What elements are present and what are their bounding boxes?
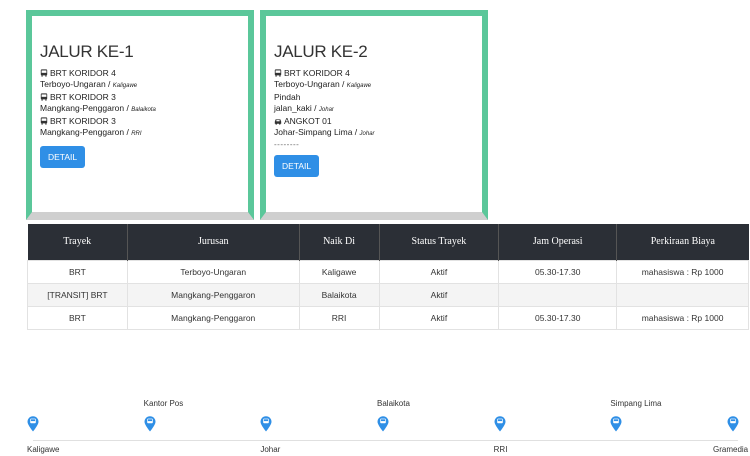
detail-button[interactable]: DETAIL xyxy=(40,146,86,168)
table-row: [TRANSIT] BRT Mangkang-Penggaron Balaikota… xyxy=(27,282,749,307)
route-card-title: JALUR KE-2 xyxy=(274,42,368,61)
route-step-text: Mangkang-Penggaron / xyxy=(40,103,132,113)
bus-stop-pin-icon[interactable] xyxy=(144,416,156,432)
column-header: Perkiraan Biaya xyxy=(616,224,749,260)
route-card-content: JALUR KE-1 BRT KORIDOR 4 Terboyo-Ungaran … xyxy=(40,42,242,168)
bus-stop-pin-icon[interactable] xyxy=(377,416,389,432)
scroll-left-icon[interactable]: ◀ xyxy=(33,213,38,219)
route-step-stop: Balaikota xyxy=(131,107,156,113)
bus-stop-pin-icon[interactable] xyxy=(27,416,39,432)
table-cell: [TRANSIT] BRT xyxy=(27,282,128,307)
table-cell: Aktif xyxy=(378,305,500,330)
detail-button[interactable]: DETAIL xyxy=(274,155,320,177)
table-cell: RRI xyxy=(298,305,380,330)
bus-stop-label: Simpang Lima xyxy=(610,399,662,408)
bus-icon xyxy=(274,69,282,77)
card-scrollbar[interactable]: ◀ xyxy=(32,212,248,220)
route-step: Mangkang-Penggaron / RRI xyxy=(40,127,242,140)
route-steps: BRT KORIDOR 4 Terboyo-Ungaran / Kaligawe B… xyxy=(40,68,242,140)
route-card-2: JALUR KE-2 BRT KORIDOR 4 Terboyo-Ungaran … xyxy=(260,10,488,220)
route-step-stop: Johar xyxy=(318,107,334,113)
route-step: BRT KORIDOR 3 xyxy=(40,92,242,103)
table-cell: Aktif xyxy=(378,282,500,307)
table-cell: BRT xyxy=(27,305,128,330)
table-cell: Kaligawe xyxy=(298,259,380,284)
table-row: BRT Mangkang-Penggaron RRI Aktif 05.30-17.30… xyxy=(27,305,749,330)
bus-stop-label: Gramedia xyxy=(713,445,749,454)
column-header: Jam Operasi xyxy=(498,224,618,260)
bus-stop-pin-icon[interactable] xyxy=(727,416,739,432)
bus-icon xyxy=(40,69,48,77)
bus-stop-label: Kaligawe xyxy=(27,445,60,454)
table-cell xyxy=(616,282,749,307)
timeline-line xyxy=(33,440,738,441)
bus-stop-label: Johar xyxy=(260,445,281,454)
route-step-stop: Kaligawe xyxy=(112,83,138,89)
route-step-text: ANGKOT 01 xyxy=(284,116,332,126)
table-cell: Aktif xyxy=(378,259,500,284)
route-step-text: BRT KORIDOR 4 xyxy=(284,68,350,78)
bus-stop-label: Kantor Pos xyxy=(143,399,184,408)
route-step-text: Pindah xyxy=(274,92,301,102)
column-header: Trayek xyxy=(27,224,128,260)
route-step-text: Terboyo-Ungaran / xyxy=(40,79,113,89)
table-row: BRT Terboyo-Ungaran Kaligawe Aktif 05.30-17.… xyxy=(27,259,749,284)
route-step: Terboyo-Ungaran / Kaligawe xyxy=(40,79,242,92)
route-step: ANGKOT 01 xyxy=(274,116,476,127)
bus-stop-label: RRI xyxy=(493,445,508,454)
card-scrollbar[interactable]: ◀ xyxy=(266,212,482,220)
separator-dashes: -------- xyxy=(274,140,300,149)
bus-icon xyxy=(40,93,48,101)
car-icon xyxy=(274,117,282,125)
route-step-text: Johar-Simpang Lima / xyxy=(274,127,360,137)
route-step-text: jalan_kaki / xyxy=(274,103,319,113)
route-step: Mangkang-Penggaron / Balaikota xyxy=(40,103,242,116)
route-card-1: JALUR KE-1 BRT KORIDOR 4 Terboyo-Ungaran … xyxy=(26,10,254,220)
route-steps: BRT KORIDOR 4 Terboyo-Ungaran / Kaligawe … xyxy=(274,68,476,140)
route-step: BRT KORIDOR 3 xyxy=(40,116,242,127)
route-card-content: JALUR KE-2 BRT KORIDOR 4 Terboyo-Ungaran … xyxy=(274,42,476,177)
route-step: Pindah xyxy=(274,92,476,103)
route-step-stop: Kaligawe xyxy=(346,83,372,89)
route-step: Terboyo-Ungaran / Kaligawe xyxy=(274,79,476,92)
bus-stop-pin-icon[interactable] xyxy=(610,416,622,432)
table-cell: 05.30-17.30 xyxy=(498,259,618,284)
scroll-left-icon[interactable]: ◀ xyxy=(267,213,272,219)
bus-stop-label: Balaikota xyxy=(377,399,410,408)
route-step: BRT KORIDOR 4 xyxy=(274,68,476,79)
route-step: BRT KORIDOR 4 xyxy=(40,68,242,79)
route-step-stop: RRI xyxy=(131,131,142,137)
route-card-title: JALUR KE-1 xyxy=(40,42,134,61)
route-step-stop: Johar xyxy=(359,131,375,137)
table-cell: mahasiswa : Rp 1000 xyxy=(616,305,749,330)
table-cell: Mangkang-Penggaron xyxy=(126,282,300,307)
table-header-row: Trayek Jurusan Naik Di Status Trayek Jam… xyxy=(27,224,749,260)
table-cell: 05.30-17.30 xyxy=(498,305,618,330)
route-step-text: Mangkang-Penggaron / xyxy=(40,127,132,137)
table-body: BRT Terboyo-Ungaran Kaligawe Aktif 05.30-17.… xyxy=(27,259,749,330)
table-cell: Terboyo-Ungaran xyxy=(126,259,300,284)
route-step: jalan_kaki / Johar xyxy=(274,103,476,116)
bus-icon xyxy=(40,117,48,125)
column-header: Jurusan xyxy=(127,224,300,260)
table-cell: Balaikota xyxy=(298,282,380,307)
route-timeline: Kaligawe Kantor Pos Johar Balaikota RRI Simpa… xyxy=(0,390,750,456)
route-step-text: BRT KORIDOR 3 xyxy=(50,116,116,126)
column-header: Naik Di xyxy=(299,224,380,260)
route-step-text: BRT KORIDOR 4 xyxy=(50,68,116,78)
table-cell: BRT xyxy=(27,259,128,284)
bus-stop-pin-icon[interactable] xyxy=(260,416,272,432)
route-table: Trayek Jurusan Naik Di Status Trayek Jam… xyxy=(27,224,749,330)
route-step-text: Terboyo-Ungaran / xyxy=(274,79,347,89)
bus-stop-pin-icon[interactable] xyxy=(494,416,506,432)
column-header: Status Trayek xyxy=(379,224,500,260)
table-cell: mahasiswa : Rp 1000 xyxy=(616,259,749,284)
route-step: Johar-Simpang Lima / Johar xyxy=(274,127,476,140)
table-cell xyxy=(498,282,618,307)
table-cell: Mangkang-Penggaron xyxy=(126,305,300,330)
route-step-text: BRT KORIDOR 3 xyxy=(50,92,116,102)
